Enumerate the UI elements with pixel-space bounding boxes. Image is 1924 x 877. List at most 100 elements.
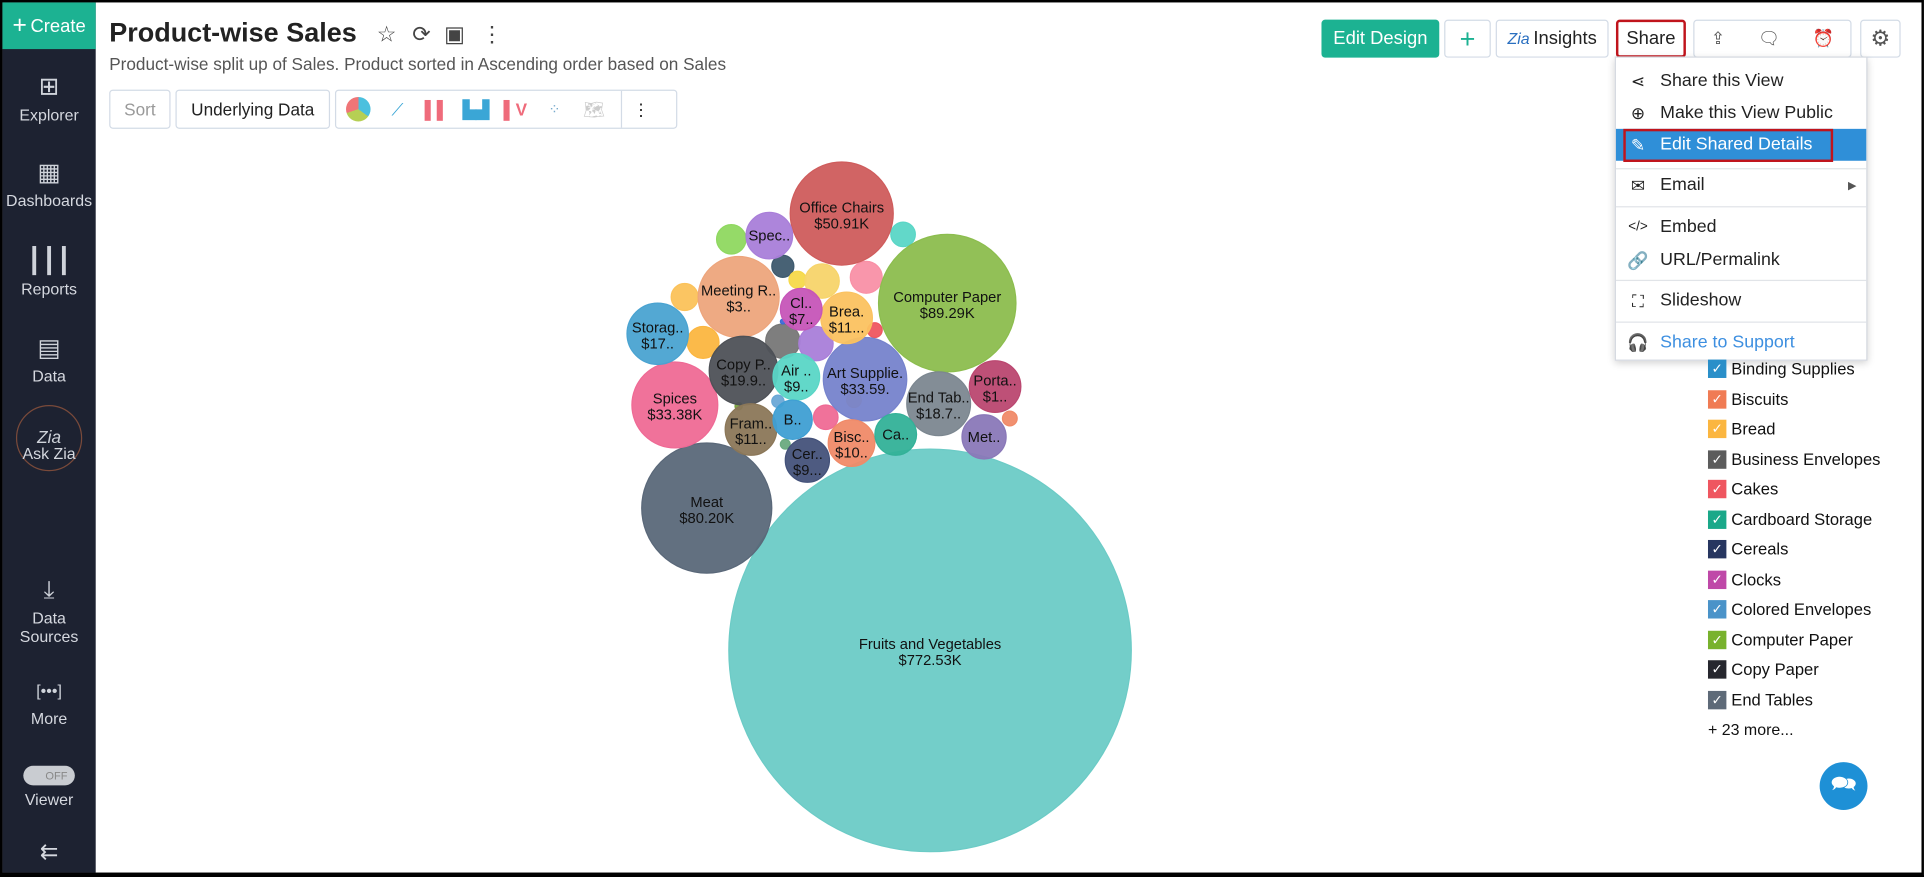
bubble[interactable]: [788, 270, 807, 290]
legend-item[interactable]: ✓ Bread: [1707, 419, 1776, 439]
bubble-chart: Fruits and Vegetables$772.53K Computer Pa…: [626, 161, 1132, 853]
legend-item[interactable]: ✓ Colored Envelopes: [1707, 600, 1871, 619]
chat-support-button[interactable]: 🗪: [1819, 762, 1868, 810]
bubble-value: $10..: [835, 446, 868, 462]
share-icon: ⋖: [1630, 70, 1646, 91]
bubble-label: Ca..: [882, 427, 909, 443]
sidebar-item-data-sources[interactable]: ⤓ Data Sources: [2, 577, 95, 646]
kebab-menu-icon[interactable]: ⋮: [481, 22, 503, 48]
bubble[interactable]: [670, 282, 699, 312]
chart-type-toolbar: ⟋ ▌▌ ▙▟ ▌V ⁘ 🗺 ⋮: [334, 89, 678, 129]
bubble[interactable]: [812, 404, 839, 431]
legend-item[interactable]: ✓ Clocks: [1707, 570, 1781, 589]
scatter-chart-icon[interactable]: ⁘: [535, 91, 574, 128]
bubble-label: Meeting R..: [701, 284, 776, 300]
legend-item[interactable]: ✓ Computer Paper: [1707, 630, 1853, 649]
bubble-value: $80.20K: [679, 511, 734, 527]
combo-chart-icon[interactable]: ▌V: [496, 91, 535, 128]
bubble[interactable]: [1001, 410, 1018, 427]
checkbox-checked-icon[interactable]: ✓: [1707, 449, 1727, 469]
share-button[interactable]: Share: [1615, 19, 1686, 58]
create-button[interactable]: + Create: [2, 2, 96, 50]
data-sources-icon: ⤓: [43, 576, 55, 604]
sidebar-item-dashboards[interactable]: ▦ Dashboards: [2, 160, 95, 210]
line-chart-icon[interactable]: ⟋: [378, 91, 417, 128]
star-icon[interactable]: ☆: [377, 22, 397, 48]
sidebar-item-data[interactable]: ▤ Data: [2, 335, 95, 385]
bubble[interactable]: [849, 260, 883, 294]
globe-icon: ⊕: [1630, 102, 1646, 123]
checkbox-checked-icon[interactable]: ✓: [1707, 570, 1727, 589]
underlying-data-button[interactable]: Underlying Data: [175, 89, 331, 129]
menu-item-make-public[interactable]: ⊕ Make this View Public: [1616, 97, 1866, 129]
menu-item-share-this-view[interactable]: ⋖ Share this View: [1616, 65, 1866, 97]
bubble-value: $3..: [726, 300, 751, 316]
checkbox-checked-icon[interactable]: ✓: [1707, 660, 1727, 679]
sort-button[interactable]: Sort: [109, 89, 171, 129]
bubble[interactable]: [715, 223, 747, 255]
legend-item[interactable]: ✓ Cakes: [1707, 479, 1778, 499]
legend-item[interactable]: ✓ Cereals: [1707, 539, 1788, 559]
bubble-value: $9..: [784, 379, 809, 395]
insights-button[interactable]: Zia Insights: [1495, 19, 1609, 58]
stacked-bar-icon[interactable]: ▙▟: [456, 91, 495, 128]
explorer-icon: ⊞: [38, 73, 60, 101]
sidebar-item-ask-zia[interactable]: Zia Ask Zia: [2, 404, 95, 472]
bubble-label: Office Chairs: [799, 200, 884, 216]
legend-more-link[interactable]: + 23 more...: [1708, 720, 1794, 738]
refresh-icon[interactable]: ⟳: [412, 22, 431, 48]
toggle-icon: OFF: [23, 765, 75, 786]
bubble-label: End Tab..: [908, 391, 970, 407]
sidebar-item-reports[interactable]: ┃┃┃ Reports: [2, 248, 95, 298]
legend-item[interactable]: ✓ Copy Paper: [1707, 660, 1819, 679]
bubble-label: B..: [784, 413, 802, 429]
bubble-label: Air ..: [781, 364, 811, 380]
bubble-value: $7..: [789, 312, 814, 328]
bubble-label: Spices: [653, 392, 697, 408]
comment-icon[interactable]: 🗨: [1758, 28, 1780, 49]
export-icon[interactable]: ⇪: [1711, 28, 1725, 49]
map-chart-icon[interactable]: 🗺: [574, 91, 613, 128]
edit-design-button[interactable]: Edit Design: [1321, 19, 1440, 58]
legend-item[interactable]: ✓ Cardboard Storage: [1707, 509, 1872, 529]
legend-item[interactable]: ✓ Business Envelopes: [1707, 449, 1880, 469]
bubble-value: $33.59.: [840, 382, 889, 398]
plus-icon: +: [12, 11, 27, 39]
checkbox-checked-icon[interactable]: ✓: [1707, 419, 1727, 439]
alarm-icon[interactable]: ⏰: [1813, 28, 1834, 49]
page-title: Product-wise Sales: [109, 17, 357, 48]
page-subtitle: Product-wise split up of Sales. Product …: [109, 53, 727, 74]
sidebar-item-explorer[interactable]: ⊞ Explorer: [2, 74, 95, 124]
bar-chart-icon[interactable]: ▌▌: [417, 91, 456, 128]
bubble[interactable]: [890, 221, 916, 248]
checkbox-checked-icon[interactable]: ✓: [1707, 509, 1727, 529]
legend-item[interactable]: ✓ Binding Supplies: [1707, 359, 1855, 378]
bubble-label: Cl..: [790, 296, 812, 312]
bubble-label: Fram..: [730, 416, 773, 432]
bubble-value: $19.9..: [721, 373, 766, 389]
sidebar: + Create ⊞ Explorer ▦ Dashboards ┃┃┃ Reports…: [2, 2, 96, 873]
zia-icon: Zia: [1507, 29, 1530, 48]
bubble-label: Meat: [690, 495, 723, 511]
checkbox-checked-icon[interactable]: ✓: [1707, 630, 1727, 649]
add-button[interactable]: +: [1444, 19, 1491, 58]
more-chart-types-icon[interactable]: ⋮: [620, 90, 660, 128]
bubble-label: Met..: [968, 430, 1001, 446]
checkbox-checked-icon[interactable]: ✓: [1707, 359, 1727, 378]
sidebar-item-more[interactable]: [•••] More: [2, 677, 95, 728]
save-icon[interactable]: ▣: [444, 22, 465, 48]
checkbox-checked-icon[interactable]: ✓: [1707, 479, 1727, 499]
checkbox-checked-icon[interactable]: ✓: [1707, 690, 1727, 709]
checkbox-checked-icon[interactable]: ✓: [1707, 539, 1727, 559]
pie-chart-icon[interactable]: [339, 91, 378, 128]
legend-item[interactable]: ✓ End Tables: [1707, 690, 1813, 709]
checkbox-checked-icon[interactable]: ✓: [1707, 389, 1727, 409]
viewer-toggle[interactable]: OFF Viewer: [2, 765, 95, 809]
bubble-value: $89.29K: [920, 306, 975, 322]
submenu-arrow-icon: ▶: [1847, 178, 1857, 191]
settings-gear-icon[interactable]: ⚙: [1860, 19, 1901, 58]
collapse-sidebar-icon[interactable]: ⇇: [2, 839, 95, 865]
checkbox-checked-icon[interactable]: ✓: [1707, 600, 1727, 619]
legend-item[interactable]: ✓ Biscuits: [1707, 389, 1788, 409]
bubble-value: $17..: [641, 337, 674, 353]
